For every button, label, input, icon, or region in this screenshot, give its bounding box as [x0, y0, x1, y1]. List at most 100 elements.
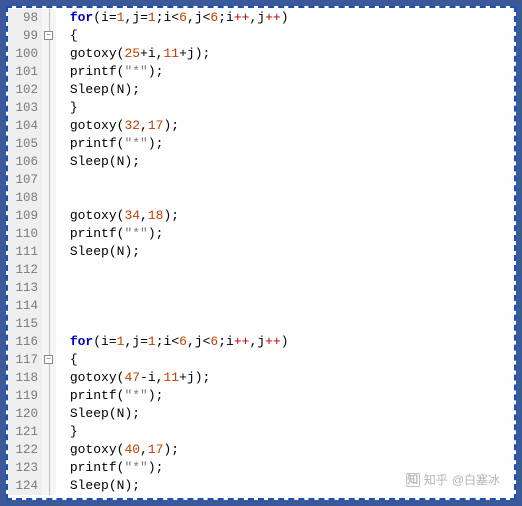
token-fn: printf [70, 64, 117, 79]
code-line[interactable]: 114 [8, 297, 514, 315]
token-op: , [140, 208, 148, 223]
code-line[interactable]: 117− { [8, 351, 514, 369]
code-content[interactable]: } [56, 99, 78, 117]
code-content[interactable]: printf("*"); [56, 135, 163, 153]
fold-toggle-icon[interactable]: − [44, 355, 53, 364]
code-line[interactable]: 105 printf("*"); [8, 135, 514, 153]
code-line[interactable]: 104 gotoxy(32,17); [8, 117, 514, 135]
fold-gutter [42, 297, 56, 315]
fold-gutter [42, 207, 56, 225]
token-paren: ) [195, 370, 203, 385]
token-num: 18 [148, 208, 164, 223]
code-content[interactable]: { [56, 27, 78, 45]
code-line[interactable]: 120 Sleep(N); [8, 405, 514, 423]
code-line[interactable]: 113 [8, 279, 514, 297]
token-semi: ; [132, 244, 140, 259]
code-content[interactable]: for(i=1,j=1;i<6,j<6;i++,j++) [56, 333, 289, 351]
token-semi: ; [132, 154, 140, 169]
code-content[interactable]: gotoxy(32,17); [56, 117, 179, 135]
fold-gutter [42, 153, 56, 171]
token-semi: ; [171, 208, 179, 223]
code-content[interactable]: gotoxy(47-i,11+j); [56, 369, 210, 387]
token-fn: gotoxy [70, 46, 117, 61]
token-semi: ; [132, 478, 140, 493]
token-var: i [101, 334, 109, 349]
code-line[interactable]: 106 Sleep(N); [8, 153, 514, 171]
code-line[interactable]: 108 [8, 189, 514, 207]
token-var: i [226, 334, 234, 349]
code-content[interactable]: } [56, 423, 78, 441]
token-redop: ++ [265, 334, 281, 349]
token-fn: Sleep [70, 406, 109, 421]
token-var: j [195, 334, 203, 349]
token-op: , [187, 10, 195, 25]
code-line[interactable]: 116 for(i=1,j=1;i<6,j<6;i++,j++) [8, 333, 514, 351]
code-content[interactable]: Sleep(N); [56, 405, 140, 423]
code-line[interactable]: 99− { [8, 27, 514, 45]
code-line[interactable]: 107 [8, 171, 514, 189]
fold-gutter[interactable]: − [42, 351, 56, 369]
code-content[interactable]: printf("*"); [56, 387, 163, 405]
code-line[interactable]: 115 [8, 315, 514, 333]
code-line[interactable]: 102 Sleep(N); [8, 81, 514, 99]
code-content[interactable]: printf("*"); [56, 63, 163, 81]
token-op: < [171, 10, 179, 25]
code-editor[interactable]: 98 for(i=1,j=1;i<6,j<6;i++,j++)99− {100 … [8, 8, 514, 495]
watermark-platform: 知乎 [424, 471, 448, 488]
token-semi: ; [156, 460, 164, 475]
code-line[interactable]: 121 } [8, 423, 514, 441]
token-num: 1 [148, 10, 156, 25]
line-number: 102 [8, 81, 42, 99]
code-line[interactable]: 122 gotoxy(40,17); [8, 441, 514, 459]
code-line[interactable]: 118 gotoxy(47-i,11+j); [8, 369, 514, 387]
token-num: 17 [148, 118, 164, 133]
code-line[interactable]: 109 gotoxy(34,18); [8, 207, 514, 225]
token-str: "*" [124, 388, 147, 403]
fold-gutter [42, 423, 56, 441]
code-line[interactable]: 103 } [8, 99, 514, 117]
code-line[interactable]: 119 printf("*"); [8, 387, 514, 405]
token-brace: { [70, 28, 78, 43]
code-content[interactable]: Sleep(N); [56, 153, 140, 171]
line-number: 104 [8, 117, 42, 135]
fold-toggle-icon[interactable]: − [44, 31, 53, 40]
fold-gutter [42, 315, 56, 333]
token-semi: ; [218, 334, 226, 349]
code-content[interactable]: printf("*"); [56, 225, 163, 243]
fold-gutter [42, 99, 56, 117]
token-paren: ) [148, 64, 156, 79]
code-line[interactable]: 100 gotoxy(25+i,11+j); [8, 45, 514, 63]
code-content[interactable]: gotoxy(25+i,11+j); [56, 45, 210, 63]
token-paren: ) [148, 226, 156, 241]
fold-gutter [42, 63, 56, 81]
code-content[interactable]: gotoxy(40,17); [56, 441, 179, 459]
line-number: 120 [8, 405, 42, 423]
code-content[interactable]: Sleep(N); [56, 243, 140, 261]
fold-gutter[interactable]: − [42, 27, 56, 45]
token-num: 34 [124, 208, 140, 223]
line-number: 112 [8, 261, 42, 279]
code-content[interactable]: for(i=1,j=1;i<6,j<6;i++,j++) [56, 9, 289, 27]
code-content[interactable]: Sleep(N); [56, 477, 140, 495]
token-fn: Sleep [70, 154, 109, 169]
token-op: = [109, 334, 117, 349]
line-number: 113 [8, 279, 42, 297]
code-line[interactable]: 101 printf("*"); [8, 63, 514, 81]
code-line[interactable]: 110 printf("*"); [8, 225, 514, 243]
code-line[interactable]: 112 [8, 261, 514, 279]
token-fn: printf [70, 460, 117, 475]
code-content[interactable]: { [56, 351, 78, 369]
line-number: 110 [8, 225, 42, 243]
token-fn: printf [70, 388, 117, 403]
fold-gutter [42, 387, 56, 405]
line-number: 106 [8, 153, 42, 171]
code-content[interactable]: gotoxy(34,18); [56, 207, 179, 225]
fold-gutter [42, 189, 56, 207]
code-line[interactable]: 98 for(i=1,j=1;i<6,j<6;i++,j++) [8, 9, 514, 27]
code-content[interactable]: Sleep(N); [56, 81, 140, 99]
zhihu-icon: 知 [406, 473, 420, 487]
code-line[interactable]: 111 Sleep(N); [8, 243, 514, 261]
code-content[interactable]: printf("*"); [56, 459, 163, 477]
line-number: 114 [8, 297, 42, 315]
line-number: 118 [8, 369, 42, 387]
